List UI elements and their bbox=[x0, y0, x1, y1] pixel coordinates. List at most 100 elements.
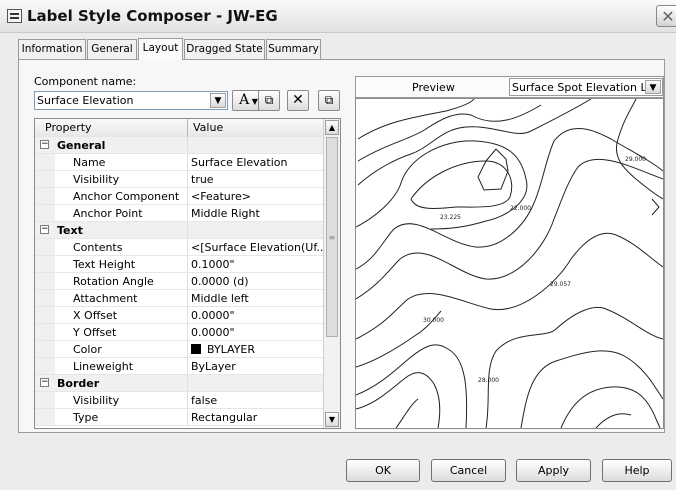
apply-button[interactable]: Apply bbox=[516, 459, 591, 482]
cell-separator bbox=[187, 256, 188, 272]
property-value[interactable]: 0.0000 (d) bbox=[191, 275, 323, 288]
property-value[interactable]: Middle left bbox=[191, 292, 323, 305]
color-value-text: BYLAYER bbox=[207, 343, 256, 356]
property-row[interactable]: Type Rectangular bbox=[35, 409, 324, 426]
row-gutter bbox=[35, 341, 55, 357]
cell-separator bbox=[187, 171, 188, 187]
property-row[interactable]: Rotation Angle 0.0000 (d) bbox=[35, 273, 324, 290]
contour-line bbox=[616, 99, 663, 200]
property-value[interactable]: Surface Elevation bbox=[191, 156, 323, 169]
property-row[interactable]: Attachment Middle left bbox=[35, 290, 324, 307]
preview-style-select[interactable]: Surface Spot Elevation Lab ▼ bbox=[509, 78, 663, 96]
cell-separator bbox=[187, 239, 188, 255]
property-category-row[interactable]: − Border bbox=[35, 375, 324, 392]
help-button[interactable]: Help bbox=[602, 459, 672, 482]
property-row[interactable]: Anchor Component <Feature> bbox=[35, 188, 324, 205]
cell-separator bbox=[187, 409, 188, 425]
ok-button[interactable]: OK bbox=[346, 459, 420, 482]
cell-separator bbox=[187, 392, 188, 408]
tab-layout[interactable]: Layout bbox=[138, 38, 183, 60]
contour-line bbox=[595, 413, 632, 428]
column-header-value: Value bbox=[193, 121, 224, 134]
cell-separator bbox=[187, 358, 188, 374]
copy-component-button[interactable]: ⧉ bbox=[258, 90, 280, 111]
contour-label: 29.000 bbox=[625, 156, 646, 163]
row-gutter bbox=[35, 358, 55, 374]
collapse-icon[interactable]: − bbox=[40, 225, 49, 234]
contour-line bbox=[520, 350, 663, 428]
property-name: Type bbox=[73, 411, 99, 424]
collapse-icon[interactable]: − bbox=[40, 140, 49, 149]
property-row[interactable]: Visibility false bbox=[35, 392, 324, 409]
cell-separator bbox=[187, 290, 188, 306]
property-name: Rotation Angle bbox=[73, 275, 154, 288]
property-name: Border bbox=[57, 377, 100, 390]
grid-scrollbar[interactable]: ▲ ≡ ▼ bbox=[323, 119, 340, 428]
scroll-down-icon[interactable]: ▼ bbox=[325, 412, 339, 427]
property-category-row[interactable]: − Text bbox=[35, 222, 324, 239]
property-name: Y Offset bbox=[73, 326, 117, 339]
cell-separator bbox=[187, 307, 188, 323]
property-row[interactable]: Y Offset 0.0000" bbox=[35, 324, 324, 341]
property-row[interactable]: Anchor Point Middle Right bbox=[35, 205, 324, 222]
property-value[interactable]: false bbox=[191, 394, 323, 407]
property-row[interactable]: Color BYLAYER bbox=[35, 341, 324, 358]
cell-separator bbox=[187, 341, 188, 357]
property-value[interactable]: ByLayer bbox=[191, 360, 323, 373]
row-gutter bbox=[35, 273, 55, 289]
property-row[interactable]: Visibility true bbox=[35, 171, 324, 188]
chevron-down-icon[interactable]: ▼ bbox=[210, 93, 226, 108]
property-name: Visibility bbox=[73, 394, 120, 407]
close-icon[interactable]: ✕ bbox=[656, 5, 676, 27]
property-name: X Offset bbox=[73, 309, 118, 322]
delete-component-button[interactable]: ✕ bbox=[287, 90, 309, 111]
contour-line bbox=[560, 386, 661, 428]
tab-dragged-state[interactable]: Dragged State bbox=[184, 39, 265, 59]
property-category-row[interactable]: − General bbox=[35, 137, 324, 154]
scroll-thumb[interactable]: ≡ bbox=[326, 137, 338, 337]
property-value[interactable]: 0.1000" bbox=[191, 258, 323, 271]
row-gutter bbox=[35, 392, 55, 408]
component-name-label: Component name: bbox=[34, 75, 137, 88]
app-icon bbox=[7, 9, 22, 23]
property-grid: Property Value − General Name Surface Eleva… bbox=[34, 118, 341, 429]
property-name: Contents bbox=[73, 241, 123, 254]
property-value[interactable]: Middle Right bbox=[191, 207, 323, 220]
tab-summary[interactable]: Summary bbox=[266, 39, 321, 59]
cell-separator bbox=[187, 137, 188, 153]
contour-label: 23.225 bbox=[440, 214, 461, 221]
contour-label: 22.000 bbox=[510, 205, 531, 212]
property-row[interactable]: Name Surface Elevation bbox=[35, 154, 324, 171]
property-row[interactable]: Contents <[Surface Elevation(Uf... bbox=[35, 239, 324, 256]
cancel-button[interactable]: Cancel bbox=[431, 459, 506, 482]
tab-information[interactable]: Information bbox=[18, 39, 86, 59]
column-header-property: Property bbox=[45, 121, 92, 134]
component-name-select[interactable]: Surface Elevation ▼ bbox=[34, 91, 228, 110]
property-value[interactable]: <Feature> bbox=[191, 190, 323, 203]
property-row[interactable]: Lineweight ByLayer bbox=[35, 358, 324, 375]
row-gutter bbox=[35, 239, 55, 255]
draw-order-button[interactable]: ⧉ bbox=[318, 90, 340, 111]
chevron-down-icon: ▼ bbox=[249, 97, 258, 106]
scroll-up-icon[interactable]: ▲ bbox=[325, 120, 339, 135]
property-name: Anchor Component bbox=[73, 190, 180, 203]
property-name: Color bbox=[73, 343, 102, 356]
property-value[interactable]: Rectangular bbox=[191, 411, 323, 424]
contour-line bbox=[356, 344, 468, 428]
property-value[interactable]: 0.0000" bbox=[191, 309, 323, 322]
color-swatch bbox=[191, 344, 201, 354]
property-row[interactable]: Text Height 0.1000" bbox=[35, 256, 324, 273]
property-row[interactable]: X Offset 0.0000" bbox=[35, 307, 324, 324]
property-value[interactable]: 0.0000" bbox=[191, 326, 323, 339]
collapse-icon[interactable]: − bbox=[40, 378, 49, 387]
property-value[interactable]: true bbox=[191, 173, 323, 186]
property-value[interactable]: <[Surface Elevation(Uf... bbox=[191, 241, 323, 254]
tab-general[interactable]: General bbox=[87, 39, 137, 59]
property-value[interactable]: BYLAYER bbox=[191, 343, 323, 356]
preview-style-value: Surface Spot Elevation Lab bbox=[512, 81, 661, 94]
property-name: Visibility bbox=[73, 173, 120, 186]
chevron-down-icon[interactable]: ▼ bbox=[645, 80, 661, 94]
text-component-icon: A bbox=[239, 92, 250, 108]
property-name: Text Height bbox=[73, 258, 136, 271]
cell-separator bbox=[187, 324, 188, 340]
